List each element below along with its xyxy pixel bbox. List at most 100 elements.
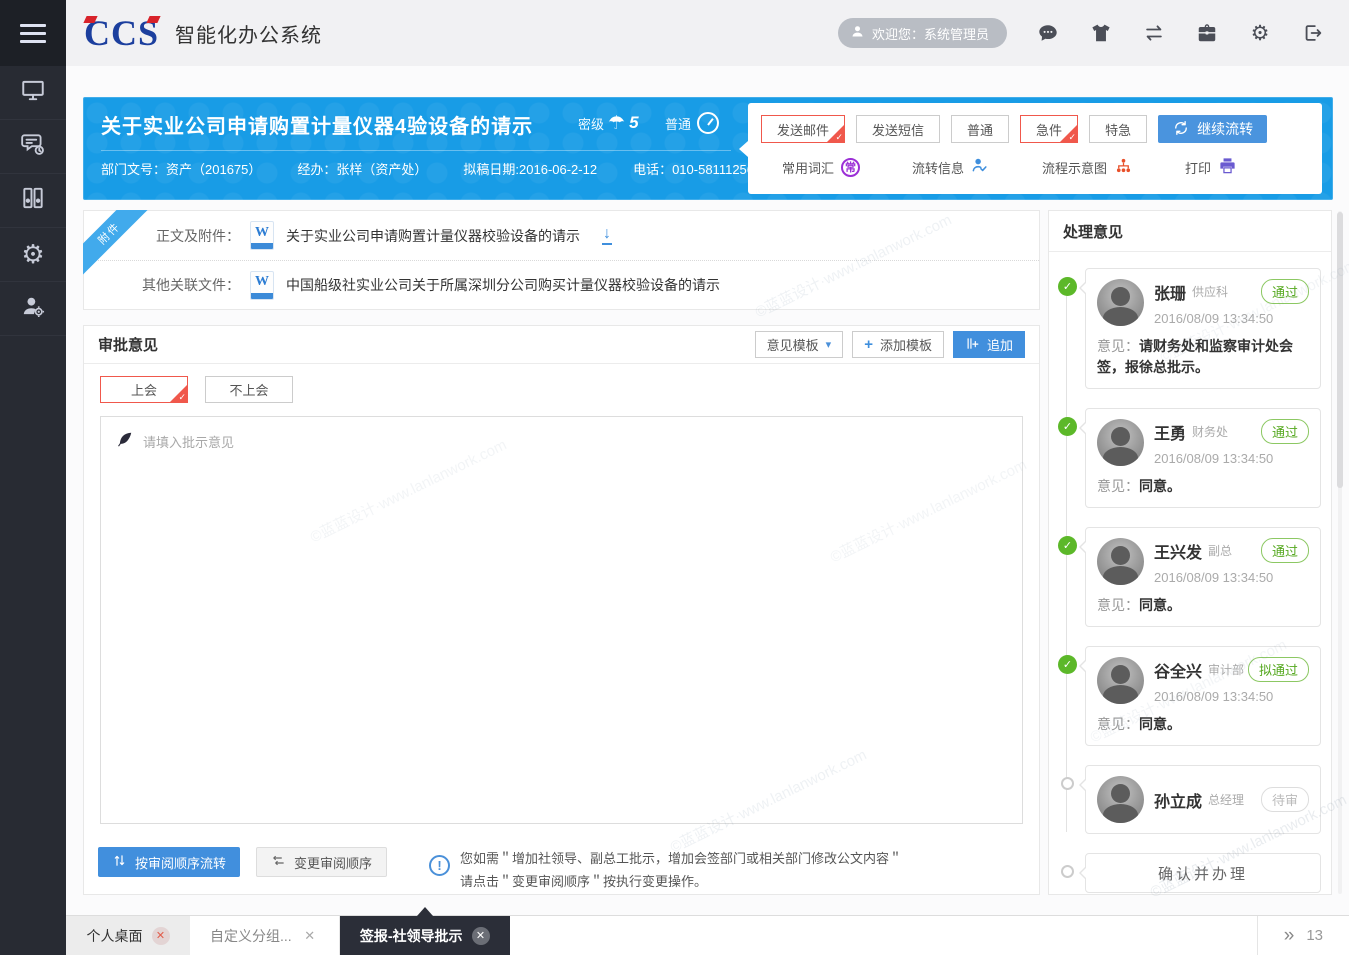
- user-welcome-pill[interactable]: 欢迎您：系统管理员: [838, 18, 1007, 48]
- comment-placeholder: 请填入批示意见: [143, 430, 234, 451]
- sidebar-item-archive[interactable]: [0, 174, 66, 228]
- send-mail-button[interactable]: 发送邮件: [761, 115, 845, 143]
- info-icon: !: [429, 855, 450, 876]
- timeline-item: ✓ 谷全兴 审计部 拟通过 2016/08/09 13:34:50 意见：同意。: [1085, 646, 1321, 746]
- notice-block: ! 您如需＂增加社领导、副总工批示，增加会签部门或相关部门修改公文内容＂ 请点击…: [429, 847, 902, 893]
- hamburger-menu-icon[interactable]: [0, 0, 66, 66]
- sidebar-item-messages[interactable]: [0, 120, 66, 174]
- printer-icon: [1218, 156, 1237, 178]
- avatar: [1097, 657, 1144, 704]
- flow-chart-link[interactable]: 流程示意图: [1042, 156, 1133, 178]
- sidebar-item-settings[interactable]: ⚙: [0, 228, 66, 282]
- settings-gear-icon[interactable]: ⚙: [1248, 21, 1272, 45]
- status-badge: 通过: [1261, 538, 1309, 563]
- user-gear-icon: [20, 293, 46, 324]
- status-badge: 拟通过: [1248, 657, 1309, 682]
- check-circle-icon: ✓: [1058, 417, 1077, 436]
- approver-name: 张珊: [1154, 280, 1186, 304]
- attachments-panel: 附件 正文及附件： W 关于实业公司申请购置计量仪器校验设备的请示 ↓ 其他关联…: [83, 210, 1040, 310]
- transfer-arrows-icon[interactable]: [1142, 21, 1166, 45]
- sidebar-item-desktop[interactable]: [0, 66, 66, 120]
- common-words-link[interactable]: 常用词汇 常: [782, 158, 860, 177]
- priority-extra-urgent-button[interactable]: 特急: [1089, 115, 1147, 143]
- gear-wrench-icon: ⚙: [21, 242, 44, 268]
- approval-date: 2016/08/09 13:34:50: [1154, 570, 1309, 585]
- check-circle-icon: ✓: [1058, 536, 1077, 555]
- doc-number: 部门文号：资产（201675）: [101, 159, 261, 178]
- security-level: 密级 ☂ 5: [578, 112, 639, 134]
- pending-circle-icon: [1061, 865, 1074, 878]
- opinion-card: 王兴发 副总 通过 2016/08/09 13:34:50 意见：同意。: [1085, 527, 1321, 627]
- opinion-card: 王勇 财务处 通过 2016/08/09 13:34:50 意见：同意。: [1085, 408, 1321, 508]
- processing-opinions-panel: 处理意见 ✓ 张珊 供应科 通过 2016/08/09 13:34:50 意见: [1048, 210, 1332, 895]
- briefcase-icon[interactable]: [1195, 21, 1219, 45]
- binders-icon: [20, 185, 46, 216]
- opinion-text: 同意。: [1139, 597, 1181, 613]
- top-header: CCS 智能化办公系统 欢迎您：系统管理员 ⚙: [66, 0, 1349, 66]
- send-sms-button[interactable]: 发送短信: [856, 115, 940, 143]
- message-icon[interactable]: [1036, 21, 1060, 45]
- double-chevron-right-icon[interactable]: »: [1284, 925, 1295, 947]
- attachment-file-link[interactable]: 关于实业公司申请购置计量仪器校验设备的请示: [286, 226, 580, 246]
- flow-by-order-button[interactable]: 按审阅顺序流转: [98, 847, 240, 877]
- download-icon[interactable]: ↓: [602, 226, 612, 245]
- approval-timeline: ✓ 张珊 供应科 通过 2016/08/09 13:34:50 意见：请财务处和…: [1049, 252, 1331, 893]
- doc-draft-date: 拟稿日期:2016-06-2-12: [463, 159, 597, 178]
- logout-icon[interactable]: [1301, 21, 1325, 45]
- check-circle-icon: ✓: [1058, 277, 1077, 296]
- add-template-button[interactable]: +添加模板: [852, 331, 944, 358]
- approver-dept: 供应科: [1192, 283, 1228, 300]
- close-icon[interactable]: ✕: [301, 927, 319, 945]
- attachment-file-link[interactable]: 中国船级社实业公司关于所属深圳分公司购买计量仪器校验设备的请示: [286, 275, 720, 295]
- document-meta: 部门文号：资产（201675） 经办：张样（资产处） 拟稿日期:2016-06-…: [101, 159, 761, 178]
- app-title: 智能化办公系统: [175, 19, 322, 48]
- opinion-label: 意见：: [1097, 716, 1139, 732]
- scrollbar-thumb[interactable]: [1337, 212, 1343, 488]
- priority-normal-button[interactable]: 普通: [951, 115, 1009, 143]
- attachment-row-related: 其他关联文件： W 中国船级社实业公司关于所属深圳分公司购买计量仪器校验设备的请…: [84, 260, 1039, 309]
- flow-info-link[interactable]: 流转信息: [912, 156, 990, 178]
- avatar: [1097, 776, 1144, 823]
- chat-clock-icon: [20, 131, 46, 162]
- sidebar-item-user-admin[interactable]: [0, 282, 66, 336]
- change-order-button[interactable]: 变更审阅顺序: [256, 847, 387, 877]
- tab-signed-report-active[interactable]: 签报-社领导批示 ✕: [340, 916, 510, 955]
- document-actions-panel: 发送邮件 发送短信 普通 急件 特急 继续流转 常用词汇 常 流转信息 流程示意…: [748, 103, 1322, 194]
- print-link[interactable]: 打印: [1185, 156, 1237, 178]
- tab-count: 13: [1306, 927, 1323, 944]
- notice-line2: 请点击＂变更审阅顺序＂按执行变更操作。: [460, 870, 902, 893]
- opinion-label: 意见：: [1097, 597, 1139, 613]
- urgency-level: 普通: [665, 112, 719, 134]
- append-button[interactable]: 追加: [953, 331, 1025, 358]
- attachment-ribbon: 附件: [83, 210, 155, 282]
- priority-urgent-button[interactable]: 急件: [1020, 115, 1078, 143]
- opinion-text: 同意。: [1139, 716, 1181, 732]
- word-doc-icon[interactable]: W: [250, 271, 274, 300]
- divider: [101, 150, 731, 151]
- attachment-row-main: 正文及附件： W 关于实业公司申请购置计量仪器校验设备的请示 ↓: [84, 211, 1039, 260]
- tab-custom-group[interactable]: 自定义分组... ✕: [190, 916, 340, 955]
- close-icon[interactable]: ✕: [472, 927, 490, 945]
- opinion-card: 谷全兴 审计部 拟通过 2016/08/09 13:34:50 意见：同意。: [1085, 646, 1321, 746]
- plus-icon: +: [864, 336, 873, 353]
- ccs-logo: CCS: [84, 15, 159, 51]
- word-doc-icon[interactable]: W: [250, 221, 274, 250]
- option-meeting-no-button[interactable]: 不上会: [205, 376, 293, 403]
- opinion-text: 同意。: [1139, 478, 1181, 494]
- option-meeting-yes-button[interactable]: 上会: [100, 376, 188, 403]
- approver-name: 王勇: [1154, 420, 1186, 444]
- confirm-step-card: 确认并办理: [1085, 853, 1321, 893]
- opinion-template-dropdown[interactable]: 意见模板▾: [755, 331, 844, 358]
- left-sidebar: ⚙: [0, 0, 66, 955]
- avatar: [1097, 279, 1144, 326]
- approver-name: 孙立成: [1154, 788, 1202, 812]
- tab-personal-desktop[interactable]: 个人桌面 ✕: [66, 916, 190, 955]
- doc-handler: 经办：张样（资产处）: [297, 159, 427, 178]
- up-down-arrows-icon: [112, 853, 127, 871]
- approver-dept: 审计部: [1208, 661, 1244, 678]
- continue-flow-button[interactable]: 继续流转: [1158, 115, 1267, 143]
- close-icon[interactable]: ✕: [152, 927, 170, 945]
- theme-skin-icon[interactable]: [1089, 21, 1113, 45]
- approval-comment-input[interactable]: 请填入批示意见: [100, 416, 1023, 824]
- approval-date: 2016/08/09 13:34:50: [1154, 311, 1309, 326]
